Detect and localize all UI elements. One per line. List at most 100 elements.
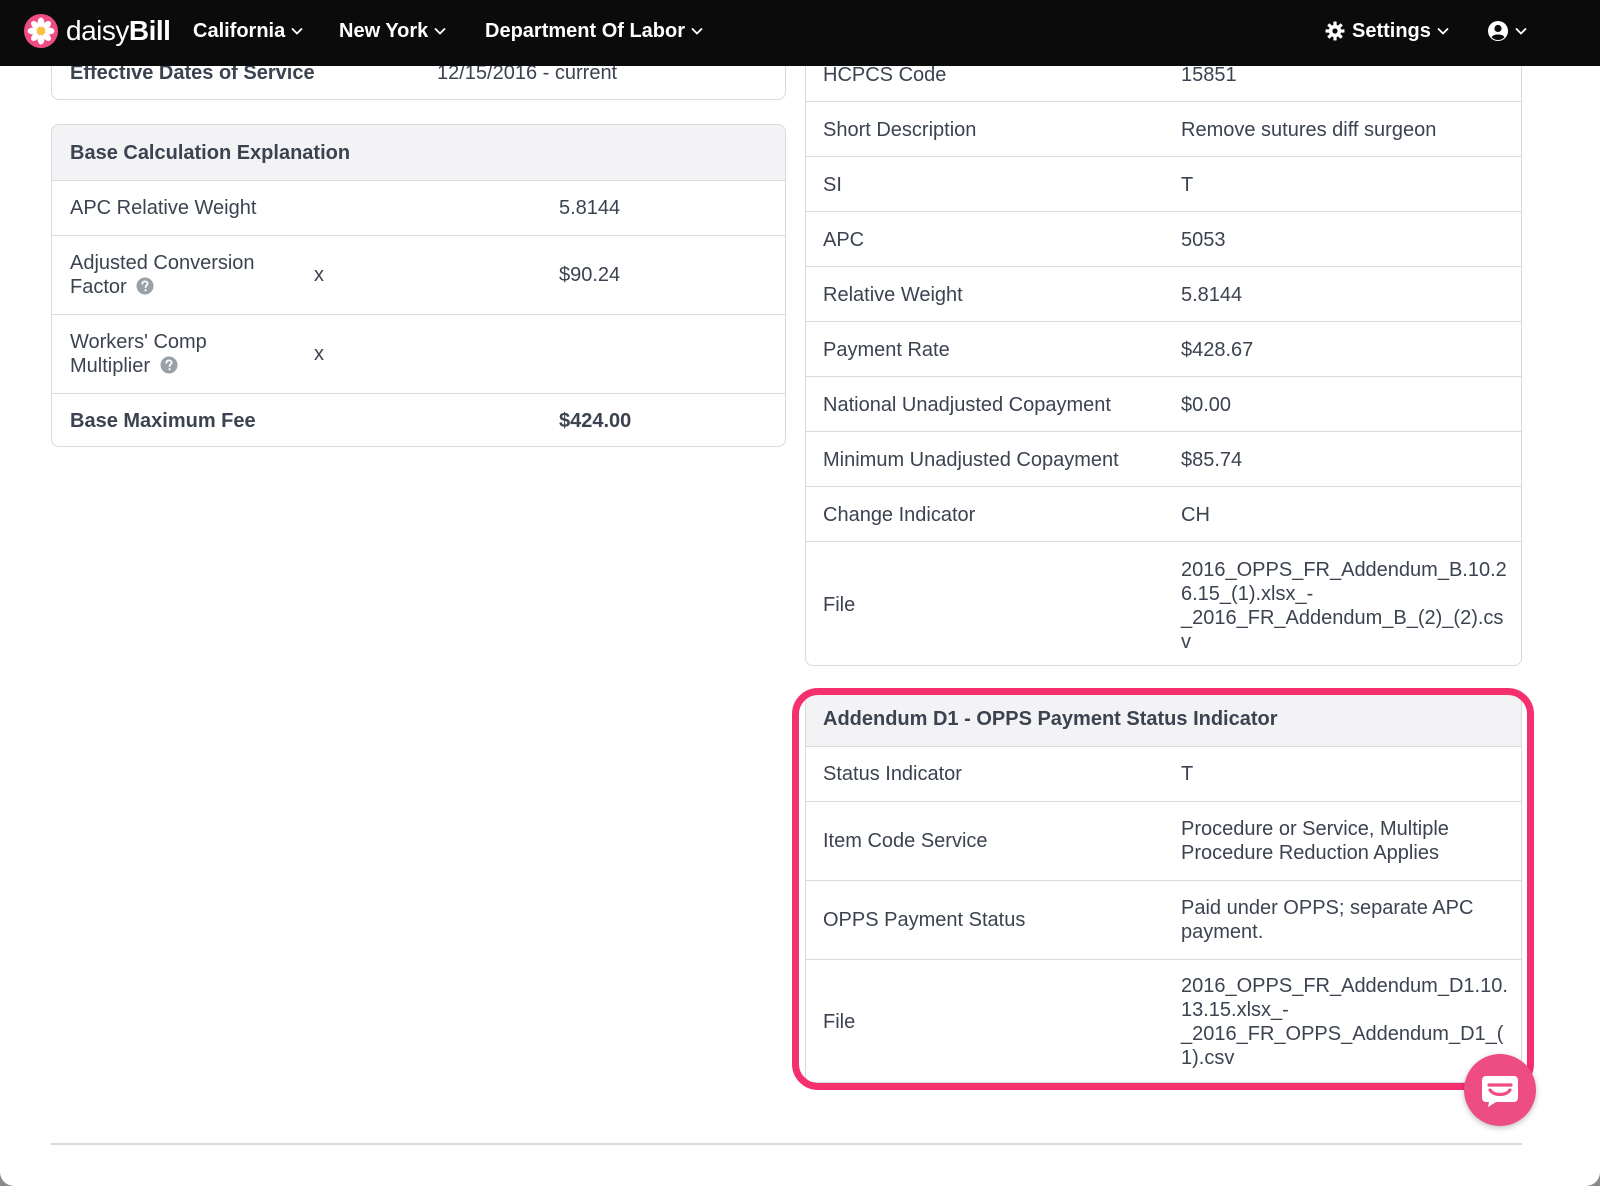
user-account-icon bbox=[1488, 21, 1508, 41]
table-row: APC Relative Weight 5.8144 bbox=[52, 181, 785, 236]
si-value: T bbox=[1181, 174, 1194, 196]
nav-menu-department-of-labor[interactable]: Department Of Labor bbox=[485, 17, 703, 45]
chat-bubble-icon bbox=[1482, 1076, 1518, 1107]
table-row: Item Code Service Procedure or Service, … bbox=[806, 802, 1521, 881]
nav-menu-settings[interactable]: Settings bbox=[1325, 17, 1449, 45]
table-row: SI T bbox=[806, 157, 1521, 212]
national-unadjusted-copayment-label: National Unadjusted Copayment bbox=[823, 394, 1111, 416]
chat-widget-button[interactable] bbox=[1464, 1054, 1536, 1126]
adjusted-conversion-factor-label: Adjusted Conversion Factor bbox=[70, 251, 255, 299]
hcpcs-code-label: HCPCS Code bbox=[823, 64, 947, 86]
question-help-icon[interactable] bbox=[160, 356, 178, 374]
change-indicator-label: Change Indicator bbox=[823, 504, 976, 526]
adjusted-conversion-factor-value: $90.24 bbox=[559, 264, 621, 286]
question-help-icon[interactable] bbox=[136, 277, 154, 295]
settings-label: Settings bbox=[1352, 19, 1431, 42]
addendum-d1-header: Addendum D1 - OPPS Payment Status Indica… bbox=[806, 691, 1521, 747]
logo-text-bold: Bill bbox=[128, 15, 171, 46]
daisy-flower-icon bbox=[24, 14, 58, 48]
table-row: APC 5053 bbox=[806, 212, 1521, 267]
addendum-d1-title: Addendum D1 - OPPS Payment Status Indica… bbox=[823, 708, 1278, 730]
base-calculation-title: Base Calculation Explanation bbox=[70, 142, 351, 164]
value-line: Procedure Reduction Applies bbox=[1181, 842, 1439, 864]
change-indicator-value: CH bbox=[1181, 504, 1210, 526]
item-code-service-value: Procedure or Service, Multiple Procedure… bbox=[1181, 817, 1449, 865]
chevron-down-icon bbox=[1515, 27, 1527, 35]
file-line: v bbox=[1181, 631, 1191, 653]
label-line: Multiplier bbox=[70, 355, 151, 377]
apc-value: 5053 bbox=[1181, 229, 1226, 251]
value-line: Paid under OPPS; separate APC bbox=[1181, 897, 1474, 919]
base-maximum-fee-value: $424.00 bbox=[559, 410, 632, 432]
nav-menu-label: California bbox=[193, 19, 286, 42]
file-line: 13.15.xlsx_- bbox=[1181, 999, 1289, 1021]
hcpcs-code-value: 15851 bbox=[1181, 64, 1237, 86]
chevron-down-icon bbox=[1437, 27, 1449, 35]
file-value: 2016_OPPS_FR_Addendum_B.10.2 6.15_(1).xl… bbox=[1181, 558, 1507, 654]
file-line: _2016_FR_OPPS_Addendum_D1_( bbox=[1181, 1023, 1504, 1045]
apc-label: APC bbox=[823, 229, 865, 251]
addendum-file-label: File bbox=[823, 1011, 856, 1033]
apc-relative-weight-label: APC Relative Weight bbox=[70, 197, 257, 219]
payment-rate-value: $428.67 bbox=[1181, 339, 1254, 361]
nav-menu-label: Department Of Labor bbox=[485, 19, 686, 42]
opps-payment-status-value: Paid under OPPS; separate APC payment. bbox=[1181, 896, 1473, 944]
minimum-unadjusted-copayment-value: $85.74 bbox=[1181, 449, 1243, 471]
file-line: 2016_OPPS_FR_Addendum_D1.10. bbox=[1181, 975, 1508, 997]
file-line: 1).csv bbox=[1181, 1047, 1235, 1069]
file-line: 2016_OPPS_FR_Addendum_B.10.2 bbox=[1181, 559, 1507, 581]
status-indicator-label: Status Indicator bbox=[823, 763, 962, 785]
chevron-down-icon bbox=[291, 27, 303, 35]
base-maximum-fee-label: Base Maximum Fee bbox=[70, 410, 256, 432]
nav-menu-new-york[interactable]: New York bbox=[339, 17, 446, 45]
addendum-d1-panel: Addendum D1 - OPPS Payment Status Indica… bbox=[805, 690, 1522, 1083]
base-calculation-header: Base Calculation Explanation bbox=[52, 125, 785, 181]
file-line: _2016_FR_Addendum_B_(2)_(2).cs bbox=[1181, 607, 1504, 629]
file-label: File bbox=[823, 594, 856, 616]
addendum-file-value: 2016_OPPS_FR_Addendum_D1.10. 13.15.xlsx_… bbox=[1181, 974, 1508, 1070]
file-line: 6.15_(1).xlsx_- bbox=[1181, 583, 1314, 605]
item-code-service-label: Item Code Service bbox=[823, 830, 988, 852]
label-line: Workers' Comp bbox=[70, 331, 207, 353]
nav-menu-label: New York bbox=[339, 19, 429, 42]
chevron-down-icon bbox=[434, 27, 446, 35]
nav-menu-user-account[interactable] bbox=[1487, 17, 1527, 45]
table-row: Short Description Remove sutures diff su… bbox=[806, 102, 1521, 157]
label-line: Factor bbox=[70, 276, 127, 298]
nav-menu-california[interactable]: California bbox=[193, 17, 303, 45]
base-calculation-panel: Base Calculation Explanation APC Relativ… bbox=[51, 124, 786, 447]
value-line: payment. bbox=[1181, 921, 1264, 943]
table-row: OPPS Payment Status Paid under OPPS; sep… bbox=[806, 881, 1521, 960]
workers-comp-multiplier-label: Workers' Comp Multiplier bbox=[70, 330, 207, 378]
table-row: File 2016_OPPS_FR_Addendum_B.10.2 6.15_(… bbox=[806, 542, 1521, 665]
opps-payment-status-label: OPPS Payment Status bbox=[823, 909, 1026, 931]
code-details-panel: HCPCS Code 15851 Short Description Remov… bbox=[805, 20, 1522, 666]
relative-weight-value: 5.8144 bbox=[1181, 284, 1243, 306]
payment-rate-label: Payment Rate bbox=[823, 339, 950, 361]
table-row: File 2016_OPPS_FR_Addendum_D1.10. 13.15.… bbox=[806, 960, 1521, 1082]
chevron-down-icon bbox=[691, 27, 703, 35]
multiply-operator: x bbox=[314, 343, 324, 365]
label-line: Adjusted Conversion bbox=[70, 252, 255, 274]
daisybill-logo[interactable]: daisyBill bbox=[24, 14, 171, 48]
gear-icon bbox=[1325, 21, 1345, 41]
minimum-unadjusted-copayment-label: Minimum Unadjusted Copayment bbox=[823, 449, 1119, 471]
si-label: SI bbox=[823, 174, 842, 196]
apc-relative-weight-value: 5.8144 bbox=[559, 197, 621, 219]
table-row: Minimum Unadjusted Copayment $85.74 bbox=[806, 432, 1521, 487]
page-divider bbox=[51, 1143, 1522, 1145]
table-row: National Unadjusted Copayment $0.00 bbox=[806, 377, 1521, 432]
logo-text-light: daisy bbox=[66, 15, 129, 46]
table-row: Workers' Comp Multiplier x bbox=[52, 315, 785, 394]
logo-text: daisyBill bbox=[66, 15, 171, 47]
table-row: Change Indicator CH bbox=[806, 487, 1521, 542]
table-row: Payment Rate $428.67 bbox=[806, 322, 1521, 377]
relative-weight-label: Relative Weight bbox=[823, 284, 963, 306]
value-line: Procedure or Service, Multiple bbox=[1181, 818, 1449, 840]
short-description-value: Remove sutures diff surgeon bbox=[1181, 119, 1437, 141]
short-description-label: Short Description bbox=[823, 119, 977, 141]
status-indicator-value: T bbox=[1181, 763, 1194, 785]
table-row: Relative Weight 5.8144 bbox=[806, 267, 1521, 322]
multiply-operator: x bbox=[314, 264, 324, 286]
national-unadjusted-copayment-value: $0.00 bbox=[1181, 394, 1232, 416]
